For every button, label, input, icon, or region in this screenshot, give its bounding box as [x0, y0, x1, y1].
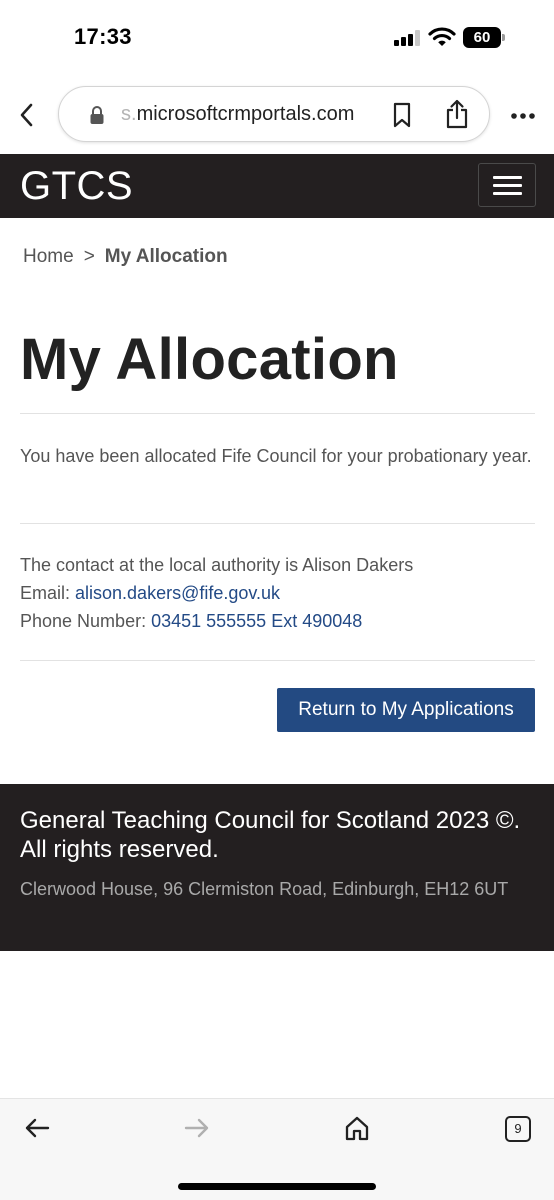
contact-line: The contact at the local authority is Al… — [20, 555, 414, 575]
site-brand[interactable]: GTCS — [20, 164, 133, 209]
site-header: GTCS — [0, 154, 554, 218]
phone-label: Phone Number: — [20, 611, 152, 631]
page-title: My Allocation — [20, 327, 399, 392]
url-text-faded: s. — [121, 103, 137, 125]
contact-block: The contact at the local authority is Al… — [20, 551, 535, 635]
return-to-applications-button[interactable]: Return to My Applications — [277, 688, 535, 732]
allocation-text: You have been allocated Fife Council for… — [20, 446, 532, 466]
status-bar: 17:33 60 — [0, 0, 554, 76]
divider — [20, 523, 535, 524]
url-text-main: microsoftcrmportals.com — [136, 103, 355, 125]
breadcrumb: Home > My Allocation — [23, 246, 228, 268]
share-icon[interactable] — [445, 99, 469, 129]
bookmark-icon[interactable] — [391, 102, 413, 128]
divider — [20, 660, 535, 661]
breadcrumb-home[interactable]: Home — [23, 246, 74, 267]
phone-row: Phone Number: 03451 555555 Ext 490048 — [20, 607, 535, 635]
browser-address-bar: s.microsoftcrmportals.com — [0, 76, 554, 154]
site-footer: General Teaching Council for Scotland 20… — [0, 784, 554, 951]
more-icon[interactable] — [510, 112, 536, 120]
breadcrumb-current: My Allocation — [104, 246, 228, 267]
home-indicator[interactable] — [178, 1183, 376, 1190]
hamburger-menu-icon[interactable] — [478, 163, 536, 207]
breadcrumb-separator: > — [83, 246, 95, 267]
lock-icon — [90, 106, 104, 124]
back-chevron-icon[interactable] — [14, 100, 40, 130]
divider — [20, 413, 535, 414]
home-icon[interactable] — [344, 1115, 370, 1141]
footer-copyright: General Teaching Council for Scotland 20… — [20, 807, 521, 863]
status-time: 17:33 — [74, 24, 132, 49]
url-text: s.microsoftcrmportals.com — [121, 103, 354, 126]
battery-icon: 60 — [463, 27, 505, 48]
phone-link[interactable]: 03451 555555 Ext 490048 — [151, 611, 362, 631]
battery-level: 60 — [463, 27, 501, 48]
email-row: Email: alison.dakers@fife.gov.uk — [20, 579, 535, 607]
browser-toolbar: 9 — [0, 1098, 554, 1200]
tabs-icon[interactable]: 9 — [505, 1116, 531, 1142]
email-link[interactable]: alison.dakers@fife.gov.uk — [75, 583, 280, 603]
wifi-icon — [428, 27, 456, 46]
arrow-left-icon[interactable] — [24, 1117, 50, 1139]
url-field[interactable]: s.microsoftcrmportals.com — [58, 86, 490, 142]
email-label: Email: — [20, 583, 76, 603]
arrow-right-icon[interactable] — [184, 1117, 210, 1139]
signal-icon — [394, 30, 422, 46]
footer-address: Clerwood House, 96 Clermiston Road, Edin… — [20, 879, 509, 899]
